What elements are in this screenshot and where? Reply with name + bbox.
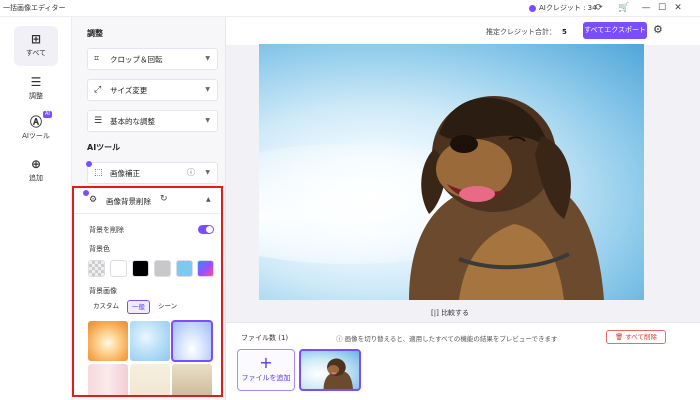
credit-label: AIクレジット : 34 <box>539 4 597 12</box>
nav-label: すべて <box>25 49 47 57</box>
ai-tools-title: AIツール <box>87 143 121 152</box>
swatch-white[interactable] <box>110 260 127 277</box>
app-title: 一括画像エディター <box>3 4 66 12</box>
crop-icon: ⌗ <box>94 54 100 64</box>
file-bar: ファイル数 (1) ⓘ 画像を切り替えると、適用したすべての機能の結果をプレビュ… <box>226 322 700 400</box>
sliders-icon: ☰ <box>30 75 42 89</box>
bg-remove-title: 画像背景削除 <box>106 197 151 206</box>
swatch-black[interactable] <box>132 260 149 277</box>
compare-icon: [|] <box>431 309 439 317</box>
chevron-up-icon[interactable]: ▲ <box>206 196 211 203</box>
plus-icon: + <box>259 353 273 372</box>
delete-all-label: すべて削除 <box>625 333 658 341</box>
nav-adjust[interactable]: ☰ 調整 <box>14 69 58 109</box>
swatch-gradient[interactable] <box>197 260 214 277</box>
resize-icon: ⤢ <box>94 85 102 95</box>
add-file-label: ファイルを追加 <box>241 374 291 382</box>
grid-icon: ⊞ <box>30 32 42 46</box>
bg-remove-section: ⚙ 画像背景削除 ↻ ▲ 背景を削除 背景色 背景画像 カスタム 一般 シーン <box>72 186 223 397</box>
resize-dropdown[interactable]: ⤢ サイズ変更 ▼ <box>87 79 218 101</box>
bg-thumb[interactable] <box>130 321 170 361</box>
enhance-dropdown[interactable]: ⬚ 画像補正 ⓘ ▼ <box>86 161 218 184</box>
file-info-text: 画像を切り替えると、適用したすべての機能の結果をプレビューできます <box>344 335 558 343</box>
bg-thumb[interactable] <box>130 364 170 395</box>
nav-all[interactable]: ⊞ すべて <box>14 26 58 66</box>
ai-badge: AI <box>43 111 52 118</box>
sliders-icon: ☰ <box>94 116 103 126</box>
file-thumbnail[interactable] <box>299 349 361 391</box>
basic-label: 基本的な調整 <box>110 116 155 126</box>
minimize-icon[interactable]: — <box>640 2 652 14</box>
chevron-down-icon: ▼ <box>205 55 210 62</box>
nav-label: AIツール <box>22 132 50 140</box>
bg-image-label: 背景画像 <box>89 287 117 295</box>
nav-label: 追加 <box>29 174 43 182</box>
maximize-icon[interactable]: ☐ <box>656 2 668 14</box>
chevron-down-icon: ▼ <box>205 86 210 93</box>
enhance-label: 画像補正 <box>110 168 140 178</box>
est-value: 5 <box>562 28 567 36</box>
info-icon[interactable]: ⓘ <box>187 167 195 178</box>
info-icon: ⓘ <box>336 335 345 343</box>
estimated-credit: 推定クレジット合計： 5 <box>486 27 567 37</box>
file-count: ファイル数 (1) <box>241 334 289 342</box>
bg-thumb[interactable] <box>88 321 128 361</box>
swatch-gray[interactable] <box>154 260 171 277</box>
settings-icon[interactable]: ⚙ <box>653 23 663 36</box>
trash-icon: 🗑 <box>614 333 626 341</box>
delete-all-button[interactable]: 🗑 すべて削除 <box>606 330 666 344</box>
remove-bg-label: 背景を削除 <box>89 226 124 234</box>
refresh-icon[interactable]: ⟳ <box>593 2 605 14</box>
adjust-title: 調整 <box>87 29 103 38</box>
swatch-light-blue[interactable] <box>176 260 193 277</box>
main-topbar: 推定クレジット合計： 5 すべてエクスポート ⚙ <box>226 17 700 45</box>
compare-toggle[interactable]: [|] 比較する <box>431 308 469 318</box>
tab-scene[interactable]: シーン <box>154 300 181 314</box>
bg-thumb-selected[interactable] <box>171 320 213 362</box>
left-nav: ⊞ すべて ☰ 調整 AI Ⓐ AIツール ⊕ 追加 <box>0 17 72 400</box>
bg-color-label: 背景色 <box>89 245 110 253</box>
dog-photo <box>259 96 604 300</box>
enhance-icon: ⬚ <box>94 168 103 178</box>
ai-credit[interactable]: AIクレジット : 34 <box>529 3 597 13</box>
remove-bg-toggle[interactable] <box>198 225 214 234</box>
nav-add[interactable]: ⊕ 追加 <box>14 151 58 191</box>
bg-thumb[interactable] <box>88 364 128 395</box>
preview-canvas <box>259 44 644 300</box>
est-label: 推定クレジット合計： <box>486 28 556 36</box>
resize-label: サイズ変更 <box>110 85 148 95</box>
close-icon[interactable]: ✕ <box>672 2 684 14</box>
toggle-knob <box>206 226 213 233</box>
crop-label: クロップ＆回転 <box>110 54 163 64</box>
cart-icon[interactable]: 🛒 <box>618 2 630 14</box>
chevron-down-icon: ▼ <box>205 169 210 176</box>
bg-remove-icon: ⚙ <box>89 195 98 205</box>
main-area: 推定クレジット合計： 5 すべてエクスポート ⚙ [|] 比較する ファイル数 … <box>226 17 700 400</box>
chevron-down-icon: ▼ <box>205 117 210 124</box>
file-info: ⓘ 画像を切り替えると、適用したすべての機能の結果をプレビューできます <box>336 333 558 343</box>
bg-remove-header[interactable]: ⚙ 画像背景削除 ↻ ▲ <box>74 188 221 214</box>
tab-custom[interactable]: カスタム <box>89 300 123 314</box>
title-bar: 一括画像エディター AIクレジット : 34 ⟳ 🛒 — ☐ ✕ <box>0 0 700 17</box>
export-all-button[interactable]: すべてエクスポート <box>583 22 647 39</box>
compare-label: 比較する <box>441 309 470 317</box>
reset-icon[interactable]: ↻ <box>160 194 168 204</box>
bg-image-tabs: カスタム 一般 シーン <box>89 300 181 314</box>
nav-label: 調整 <box>29 92 43 100</box>
credit-icon <box>529 4 536 12</box>
add-file-button[interactable]: + ファイルを追加 <box>237 349 295 391</box>
bg-thumb[interactable] <box>172 364 212 395</box>
basic-adjust-dropdown[interactable]: ☰ 基本的な調整 ▼ <box>87 110 218 132</box>
premium-dot-icon <box>86 161 92 167</box>
crop-rotate-dropdown[interactable]: ⌗ クロップ＆回転 ▼ <box>87 48 218 70</box>
dog-thumbnail <box>323 358 353 389</box>
tab-general[interactable]: 一般 <box>127 300 150 314</box>
swatch-transparent[interactable] <box>88 260 105 277</box>
nav-ai-tools[interactable]: AI Ⓐ AIツール <box>14 109 58 149</box>
add-icon: ⊕ <box>30 157 42 171</box>
